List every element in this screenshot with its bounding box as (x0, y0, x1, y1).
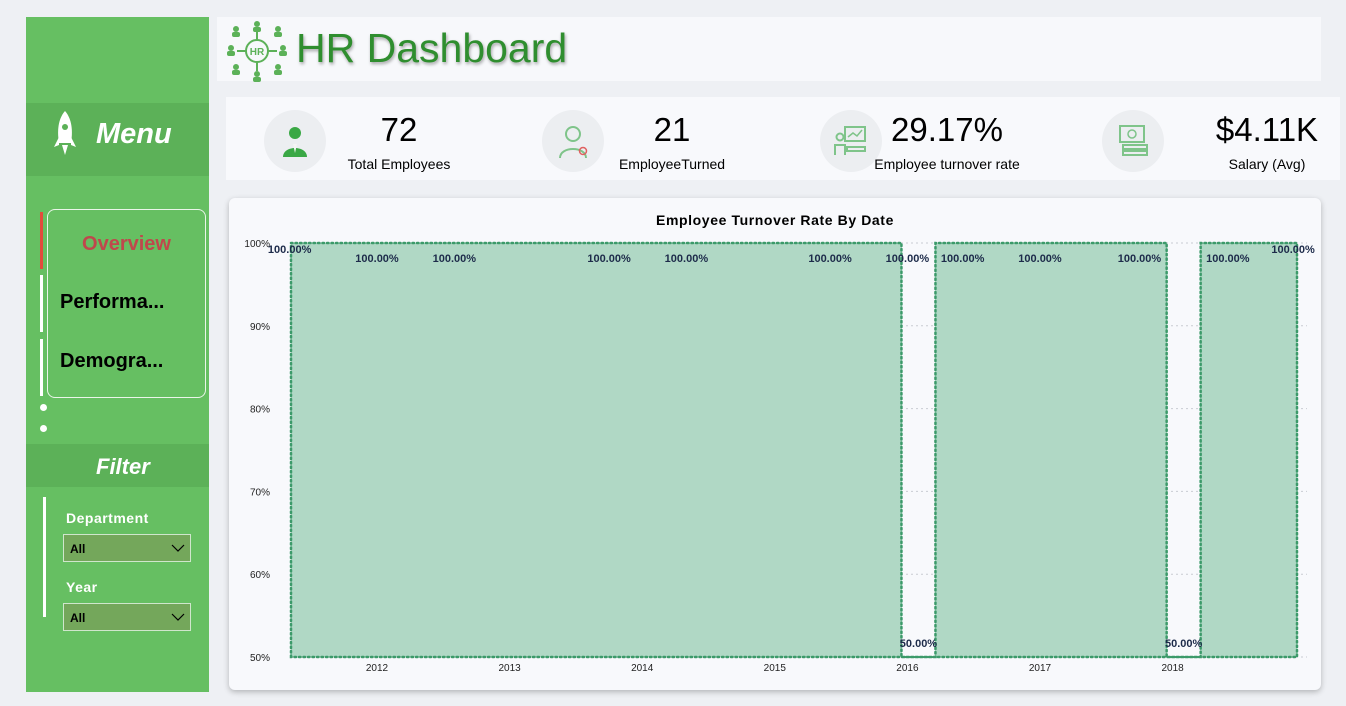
turnover-area-chart: 100% 90% 80% 70% 60% 50% 2012 2013 2014 2015 2016 2… (244, 239, 1315, 674)
nav-item-demographics[interactable]: Demogra... (48, 332, 205, 390)
x-tick-label: 2013 (498, 663, 521, 674)
kpi-value: 72 (380, 111, 418, 148)
x-tick-label: 2017 (1029, 663, 1052, 674)
kpi-value: 29.17% (891, 111, 1003, 148)
department-filter-label: Department (66, 510, 149, 526)
turnover-chart-card: 100% 90% 80% 70% 60% 50% 2012 2013 2014 2015 2016 2… (229, 198, 1321, 690)
employee-icon (283, 127, 307, 157)
kpi-value: $4.11K (1215, 111, 1319, 148)
area-series (289, 241, 1299, 659)
data-label: 100.00% (1018, 253, 1062, 265)
x-tick-label: 2014 (631, 663, 654, 674)
x-tick-label: 2016 (896, 663, 919, 674)
money-icon (1119, 125, 1148, 156)
data-label: 100.00% (886, 253, 930, 265)
kpi-card-salary: $4.11K Salary (Avg) (1102, 97, 1340, 180)
chevron-down-icon (171, 544, 185, 552)
data-label: 100.00% (941, 253, 985, 265)
data-label: 100.00% (1118, 253, 1162, 265)
data-label: 100.00% (433, 253, 477, 265)
year-select[interactable]: All (63, 603, 191, 631)
filter-title: Filter (96, 454, 150, 479)
kpi-row: 72 Total Employees 21 EmployeeTurned 29.… (226, 97, 1340, 180)
chevron-down-icon (171, 613, 185, 621)
x-tick-label: 2015 (764, 663, 787, 674)
kpi-value: 21 (653, 111, 691, 148)
bullet-dot (40, 404, 47, 411)
kpi-card-employee-turned: 21 EmployeeTurned (542, 97, 782, 180)
page-title: HR Dashboard (296, 25, 568, 71)
data-label: 100.00% (1271, 244, 1315, 256)
rocket-icon (54, 111, 76, 155)
nav-item-overview[interactable]: Overview (48, 215, 205, 273)
nav-indicator (40, 275, 43, 332)
data-label: 100.00% (1206, 253, 1250, 265)
doctor-employee-icon (559, 126, 588, 159)
nav-item-performance[interactable]: Performa... (48, 273, 205, 331)
header: HR HR Dashboard (217, 17, 1321, 82)
y-tick-label: 100% (244, 239, 270, 250)
kpi-label: Employee turnover rate (874, 156, 1020, 172)
y-tick-label: 90% (250, 322, 270, 333)
nav-active-indicator (40, 212, 43, 269)
filter-divider (43, 497, 46, 617)
data-label: 100.00% (587, 253, 631, 265)
menu-title: Menu (96, 118, 172, 150)
sidebar: Menu Overview Performa... Demogra... Fil… (26, 17, 209, 692)
nav-indicator (40, 339, 43, 396)
x-tick-label: 2018 (1161, 663, 1184, 674)
svg-text:HR: HR (250, 47, 265, 58)
y-tick-label: 70% (250, 487, 270, 498)
department-select[interactable]: All (63, 534, 191, 562)
data-label: 50.00% (1165, 638, 1203, 650)
hr-network-icon: HR (227, 21, 287, 82)
kpi-card-turnover-rate: 29.17% Employee turnover rate (820, 97, 1060, 180)
data-label: 100.00% (808, 253, 852, 265)
data-label: 100.00% (268, 244, 312, 256)
y-tick-label: 50% (250, 653, 270, 664)
y-tick-label: 60% (250, 570, 270, 581)
x-tick-label: 2012 (366, 663, 389, 674)
presentation-icon (834, 126, 866, 155)
y-tick-label: 80% (250, 405, 270, 416)
bullet-dot (40, 425, 47, 432)
chart-title: Employee Turnover Rate By Date (656, 212, 894, 228)
data-label: 100.00% (355, 253, 399, 265)
kpi-label: EmployeeTurned (618, 156, 726, 172)
year-select-value: All (70, 611, 86, 625)
data-label: 50.00% (900, 638, 938, 650)
kpi-label: Total Employees (347, 156, 451, 172)
year-filter-label: Year (66, 579, 98, 595)
nav-menu: Overview Performa... Demogra... (47, 209, 206, 398)
department-select-value: All (70, 542, 86, 556)
kpi-card-total-employees: 72 Total Employees (264, 97, 504, 180)
kpi-label: Salary (Avg) (1228, 156, 1306, 172)
data-label: 100.00% (665, 253, 709, 265)
